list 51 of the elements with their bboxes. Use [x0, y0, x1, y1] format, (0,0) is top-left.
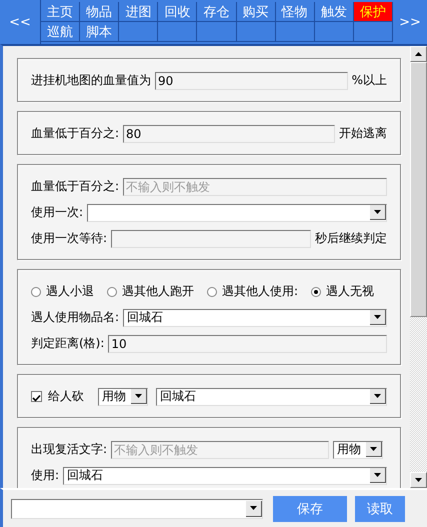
nav-tab[interactable]: 主页 — [41, 2, 80, 22]
field-label: 判定距离(格): — [31, 335, 104, 352]
empty-tab-slot — [158, 22, 198, 42]
nav-tab[interactable]: 怪物 — [276, 2, 315, 22]
nav-tab[interactable]: 巡航 — [41, 22, 80, 42]
field-label: 遇人使用物品名: — [31, 309, 120, 326]
nav-tab[interactable]: 进图 — [119, 2, 158, 22]
nav-tab[interactable]: 存仓 — [197, 2, 237, 22]
radio-button[interactable]: 遇其他人使用: — [207, 283, 298, 300]
scroll-down-icon[interactable] — [410, 472, 427, 488]
radio-button[interactable]: 遇其他人跑开 — [107, 283, 194, 300]
footer-button[interactable]: 读取 — [355, 496, 405, 522]
field-label: 开始逃离 — [339, 125, 387, 142]
input-field[interactable]: 80 — [123, 124, 335, 142]
dropdown[interactable]: 回城石 — [123, 308, 387, 326]
field-label: 使用一次等待: — [31, 230, 108, 247]
field-label: 血量低于百分之: — [31, 125, 120, 142]
dropdown[interactable]: 回城石 — [63, 466, 387, 484]
input-field[interactable] — [111, 230, 311, 248]
dropdown[interactable] — [87, 204, 387, 222]
input-field[interactable]: 不输入则不触发 — [123, 178, 387, 196]
checkbox[interactable]: 给人砍 — [31, 388, 84, 405]
dropdown[interactable]: 用物 — [333, 440, 383, 458]
scroll-up-icon[interactable] — [410, 46, 427, 62]
nav-tab[interactable]: 脚本 — [80, 22, 120, 42]
nav-tab[interactable]: 购买 — [236, 2, 276, 22]
radio-button[interactable]: 遇人小退 — [31, 283, 94, 300]
empty-tab-slot — [276, 22, 315, 42]
nav-tab[interactable]: 保护 — [354, 2, 393, 22]
radio-button[interactable]: 遇人无视 — [311, 283, 374, 300]
nav-tab[interactable]: 物品 — [80, 2, 120, 22]
field-label: %以上 — [352, 72, 387, 89]
input-field[interactable]: 90 — [155, 72, 348, 90]
field-label: 使用一次: — [31, 204, 84, 221]
field-label: 进挂机地图的血量值为 — [31, 72, 151, 89]
empty-tab-slot — [314, 22, 354, 42]
field-label: 血量低于百分之: — [31, 178, 120, 195]
empty-tab-slot — [236, 22, 276, 42]
dropdown[interactable]: 用物 — [98, 388, 148, 406]
input-field[interactable]: 不输入则不触发 — [111, 440, 329, 458]
empty-tab-slot — [197, 22, 237, 42]
field-label: 秒后继续判定 — [315, 230, 387, 247]
nav-tab[interactable]: 回收 — [158, 2, 198, 22]
scrollbar-thumb[interactable] — [410, 62, 427, 317]
dropdown[interactable]: 回城石 — [156, 388, 387, 406]
field-label: 使用: — [31, 467, 60, 484]
input-field[interactable]: 10 — [108, 334, 387, 352]
footer-button[interactable]: 保存 — [273, 496, 347, 522]
dropdown[interactable] — [11, 498, 263, 518]
field-label: 出现复活文字: — [31, 441, 108, 458]
empty-tab-slot — [119, 22, 158, 42]
